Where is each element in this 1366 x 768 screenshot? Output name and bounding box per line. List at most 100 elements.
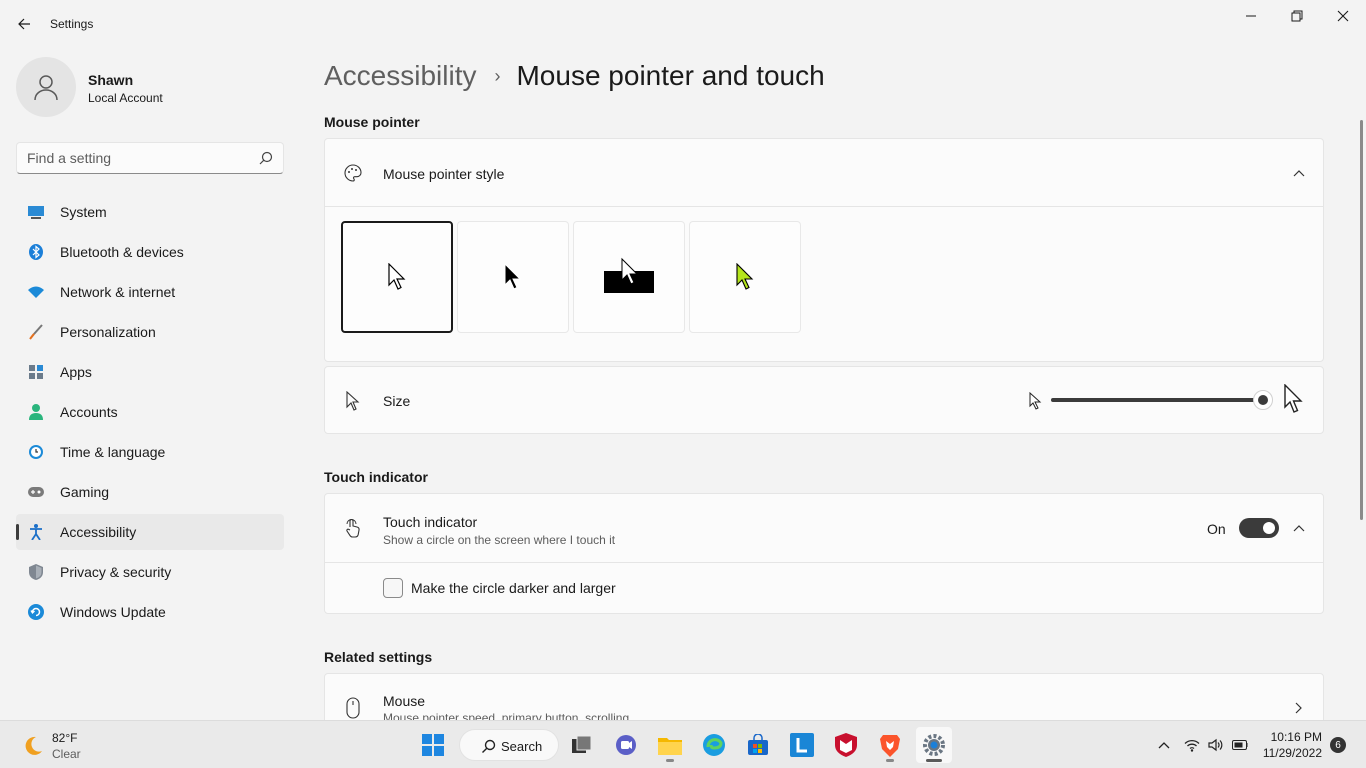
sidebar-item-bluetooth[interactable]: Bluetooth & devices [16, 234, 284, 270]
white-pointer-icon [388, 263, 406, 290]
mcafee-button[interactable] [828, 727, 864, 763]
notification-count-badge[interactable]: 6 [1330, 737, 1346, 753]
system-icon [28, 204, 44, 220]
mouse-pointer-style-label: Mouse pointer style [383, 166, 505, 182]
clock-globe-icon [28, 444, 44, 460]
running-indicator [666, 759, 674, 762]
wifi-icon [28, 284, 44, 300]
section-title-mouse-pointer: Mouse pointer [324, 114, 420, 130]
user-profile[interactable]: Shawn Local Account [16, 57, 286, 117]
back-button[interactable] [10, 10, 38, 38]
toggle-knob [1263, 522, 1275, 534]
sidebar-item-windows-update[interactable]: Windows Update [16, 594, 284, 630]
sidebar-item-network[interactable]: Network & internet [16, 274, 284, 310]
darker-circle-checkbox[interactable] [383, 578, 403, 598]
apps-icon [28, 364, 44, 380]
chevron-up-icon[interactable] [1291, 165, 1307, 181]
mouse-pointer-style-header[interactable]: Mouse pointer style [325, 139, 1323, 207]
sidebar-item-label: Personalization [60, 324, 156, 340]
shield-icon [28, 564, 44, 580]
sidebar-item-label: Time & language [60, 444, 166, 460]
sidebar-item-accounts[interactable]: Accounts [16, 394, 284, 430]
speaker-icon [1208, 738, 1223, 752]
sidebar-item-privacy[interactable]: Privacy & security [16, 554, 284, 590]
sidebar-item-gaming[interactable]: Gaming [16, 474, 284, 510]
clock-time[interactable]: 10:16 PM [1271, 730, 1322, 744]
avatar [16, 57, 76, 117]
active-indicator [926, 759, 942, 762]
title-bar: Settings [0, 0, 1366, 48]
restore-button[interactable] [1274, 0, 1320, 32]
touch-hand-icon [343, 518, 363, 538]
start-button[interactable] [415, 727, 451, 763]
show-hidden-icons-button[interactable] [1156, 737, 1172, 753]
teams-chat-button[interactable] [608, 727, 644, 763]
clock-date[interactable]: 11/29/2022 [1263, 746, 1322, 760]
sidebar-item-label: Network & internet [60, 284, 176, 300]
page-title: Mouse pointer and touch [516, 60, 825, 91]
network-tray-button[interactable] [1184, 737, 1200, 753]
store-bag-icon [748, 734, 768, 755]
touch-indicator-description: Show a circle on the screen where I touc… [383, 533, 616, 547]
sidebar-item-apps[interactable]: Apps [16, 354, 284, 390]
chevron-up-icon[interactable] [1291, 520, 1307, 536]
moon-weather-icon [25, 736, 42, 755]
weather-condition[interactable]: Clear [52, 747, 81, 761]
folder-icon [658, 738, 682, 755]
person-icon [34, 75, 58, 101]
sidebar-item-personalization[interactable]: Personalization [16, 314, 284, 350]
pointer-style-inverted[interactable] [573, 221, 685, 333]
taskbar-search-label: Search [501, 739, 543, 754]
brush-icon [28, 324, 44, 340]
section-title-related-settings: Related settings [324, 649, 433, 665]
pointer-icon [343, 391, 363, 411]
main-scrollbar[interactable] [1360, 120, 1363, 520]
sidebar-item-label: Apps [60, 364, 92, 380]
chat-icon [616, 735, 636, 755]
breadcrumb-parent-link[interactable]: Accessibility [324, 60, 476, 92]
touch-indicator-toggle[interactable] [1239, 518, 1279, 538]
microsoft-store-button[interactable] [740, 727, 776, 763]
section-title-touch-indicator: Touch indicator [324, 469, 428, 485]
restore-icon [1291, 10, 1303, 22]
search-icon[interactable] [259, 151, 273, 165]
sidebar-item-label: Accessibility [60, 524, 137, 540]
touch-indicator-toggle-state: On [1207, 521, 1226, 537]
brave-button[interactable] [872, 727, 908, 763]
profile-name: Shawn [88, 72, 134, 88]
sidebar-item-accessibility[interactable]: Accessibility [16, 514, 284, 550]
search-input[interactable] [27, 149, 247, 167]
minimize-icon [1246, 15, 1256, 17]
settings-search[interactable] [16, 142, 284, 174]
task-view-button[interactable] [564, 727, 600, 763]
sidebar-item-time-language[interactable]: Time & language [16, 434, 284, 470]
pointer-style-custom[interactable] [689, 221, 801, 333]
l-app-icon [790, 733, 814, 757]
pointer-size-slider-thumb[interactable] [1253, 390, 1273, 410]
custom-color-pointer-icon [736, 263, 754, 290]
l-app-button[interactable] [784, 727, 820, 763]
edge-button[interactable] [696, 727, 732, 763]
app-title: Settings [50, 17, 94, 31]
palette-icon [343, 163, 363, 183]
running-indicator [886, 759, 894, 762]
weather-temperature[interactable]: 82°F [52, 731, 77, 745]
close-button[interactable] [1320, 0, 1366, 32]
taskbar-search-button[interactable]: Search [459, 729, 559, 761]
file-explorer-button[interactable] [652, 727, 688, 763]
pointer-style-black[interactable] [457, 221, 569, 333]
pointer-style-white[interactable] [341, 221, 453, 333]
sidebar-item-system[interactable]: System [16, 194, 284, 230]
volume-tray-button[interactable] [1208, 737, 1224, 753]
touch-indicator-label: Touch indicator [383, 514, 478, 530]
chevron-right-icon [1291, 700, 1307, 716]
darker-circle-label[interactable]: Make the circle darker and larger [411, 580, 616, 596]
pointer-size-slider-track[interactable] [1051, 398, 1263, 402]
minimize-button[interactable] [1228, 0, 1274, 32]
touch-indicator-header[interactable]: Touch indicator Show a circle on the scr… [325, 494, 1323, 563]
settings-taskbar-button[interactable] [916, 727, 952, 763]
small-pointer-icon [1029, 392, 1042, 410]
mouse-icon [343, 697, 363, 719]
battery-tray-button[interactable] [1232, 737, 1248, 753]
profile-account-type: Local Account [88, 91, 163, 105]
